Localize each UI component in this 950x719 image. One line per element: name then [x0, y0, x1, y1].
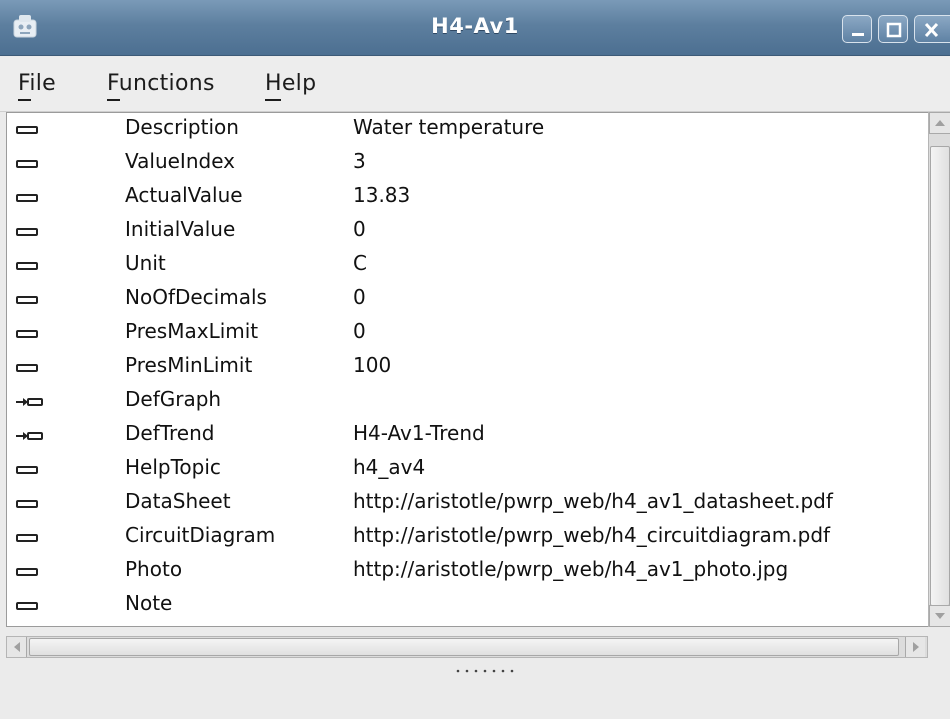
attribute-value: http://aristotle/pwrp_web/h4_av1_photo.j… — [353, 557, 789, 581]
menu-help[interactable]: Help — [265, 71, 317, 101]
attribute-icon — [16, 262, 38, 270]
attribute-value: http://aristotle/pwrp_web/h4_av1_datashe… — [353, 489, 833, 513]
attribute-value: 13.83 — [353, 183, 411, 207]
attribute-icon — [16, 602, 38, 610]
reference-arrow-icon — [16, 398, 43, 406]
attribute-name: DefGraph — [125, 387, 222, 411]
close-button[interactable] — [914, 15, 950, 43]
reference-arrow-icon — [16, 432, 43, 440]
attribute-name: PresMinLimit — [125, 353, 253, 377]
attribute-name: Photo — [125, 557, 183, 581]
attribute-value: 100 — [353, 353, 392, 377]
attribute-name: DefTrend — [125, 421, 215, 445]
attribute-name: Description — [125, 115, 239, 139]
attribute-name: ActualValue — [125, 183, 243, 207]
attribute-icon — [16, 228, 38, 236]
attribute-name: Note — [125, 591, 173, 615]
mnemonic-underline — [18, 99, 31, 101]
minimize-icon — [852, 33, 864, 36]
window-title: H4-Av1 — [431, 14, 519, 38]
window-titlebar[interactable]: H4-Av1 — [0, 0, 950, 56]
attribute-row-initialvalue[interactable]: InitialValue 0 — [7, 215, 929, 249]
vertical-scrollbar[interactable] — [928, 112, 950, 627]
attribute-value: 0 — [353, 285, 366, 309]
menu-file[interactable]: File — [18, 71, 57, 101]
attribute-icon — [16, 126, 38, 134]
arrow-right-icon — [913, 642, 919, 652]
attribute-value: H4-Av1-Trend — [353, 421, 485, 445]
attribute-value: h4_av4 — [353, 455, 426, 479]
horizontal-scroll-thumb[interactable] — [29, 638, 899, 656]
attribute-icon — [16, 466, 38, 474]
horizontal-scrollbar[interactable] — [6, 636, 928, 658]
scroll-up-button[interactable] — [929, 112, 950, 134]
attribute-name: Unit — [125, 251, 166, 275]
scroll-left-button[interactable] — [7, 637, 27, 657]
attribute-row-description[interactable]: Description Water temperature — [7, 113, 929, 147]
attribute-row-circuitdiagram[interactable]: CircuitDiagram http://aristotle/pwrp_web… — [7, 521, 929, 555]
menu-functions-label: Functions — [107, 71, 215, 96]
arrow-left-icon — [14, 642, 20, 652]
attribute-row-note[interactable]: Note — [7, 589, 929, 623]
maximize-button[interactable] — [878, 15, 908, 43]
attribute-value: 3 — [353, 149, 366, 173]
attribute-row-unit[interactable]: Unit C — [7, 249, 929, 283]
arrow-up-icon — [935, 120, 945, 126]
attribute-icon — [16, 296, 38, 304]
menu-bar: File Functions Help — [0, 57, 950, 112]
attribute-icon — [16, 194, 38, 202]
pane-resize-handle[interactable] — [455, 668, 521, 674]
attribute-row-photo[interactable]: Photo http://aristotle/pwrp_web/h4_av1_p… — [7, 555, 929, 589]
scroll-right-button[interactable] — [905, 637, 925, 657]
attribute-value: 0 — [353, 217, 366, 241]
attribute-name: NoOfDecimals — [125, 285, 267, 309]
attribute-icon — [16, 534, 38, 542]
attribute-row-defgraph[interactable]: DefGraph — [7, 385, 929, 419]
attribute-name: CircuitDiagram — [125, 523, 276, 547]
menu-functions[interactable]: Functions — [107, 71, 215, 101]
attribute-value: Water temperature — [353, 115, 545, 139]
minimize-button[interactable] — [842, 15, 872, 43]
attribute-name: InitialValue — [125, 217, 236, 241]
attribute-name: DataSheet — [125, 489, 231, 513]
attribute-row-deftrend[interactable]: DefTrend H4-Av1-Trend — [7, 419, 929, 453]
close-icon — [924, 22, 939, 38]
attribute-row-helptopic[interactable]: HelpTopic h4_av4 — [7, 453, 929, 487]
attribute-list[interactable]: Description Water temperature ValueIndex… — [6, 112, 928, 627]
attribute-row-noofdecimals[interactable]: NoOfDecimals 0 — [7, 283, 929, 317]
mnemonic-underline — [107, 99, 120, 101]
mnemonic-underline — [265, 99, 281, 101]
attribute-value: http://aristotle/pwrp_web/h4_circuitdiag… — [353, 523, 831, 547]
attribute-icon — [16, 160, 38, 168]
attribute-row-datasheet[interactable]: DataSheet http://aristotle/pwrp_web/h4_a… — [7, 487, 929, 521]
attribute-name: HelpTopic — [125, 455, 221, 479]
attribute-icon — [16, 330, 38, 338]
attribute-name: ValueIndex — [125, 149, 235, 173]
attribute-name: PresMaxLimit — [125, 319, 259, 343]
attribute-row-valueindex[interactable]: ValueIndex 3 — [7, 147, 929, 181]
attribute-row-presmaxlimit[interactable]: PresMaxLimit 0 — [7, 317, 929, 351]
bottom-pane — [0, 676, 950, 719]
menu-help-label: Help — [265, 71, 317, 96]
attribute-row-presminlimit[interactable]: PresMinLimit 100 — [7, 351, 929, 385]
vertical-scroll-thumb[interactable] — [930, 146, 950, 606]
arrow-down-icon — [935, 613, 945, 619]
maximize-icon — [886, 22, 902, 38]
attribute-value: 0 — [353, 319, 366, 343]
menu-file-label: File — [18, 71, 57, 96]
attribute-icon — [16, 568, 38, 576]
attribute-row-actualvalue[interactable]: ActualValue 13.83 — [7, 181, 929, 215]
attribute-icon — [16, 364, 38, 372]
scroll-down-button[interactable] — [929, 605, 950, 627]
attribute-value: C — [353, 251, 367, 275]
attribute-icon — [16, 500, 38, 508]
